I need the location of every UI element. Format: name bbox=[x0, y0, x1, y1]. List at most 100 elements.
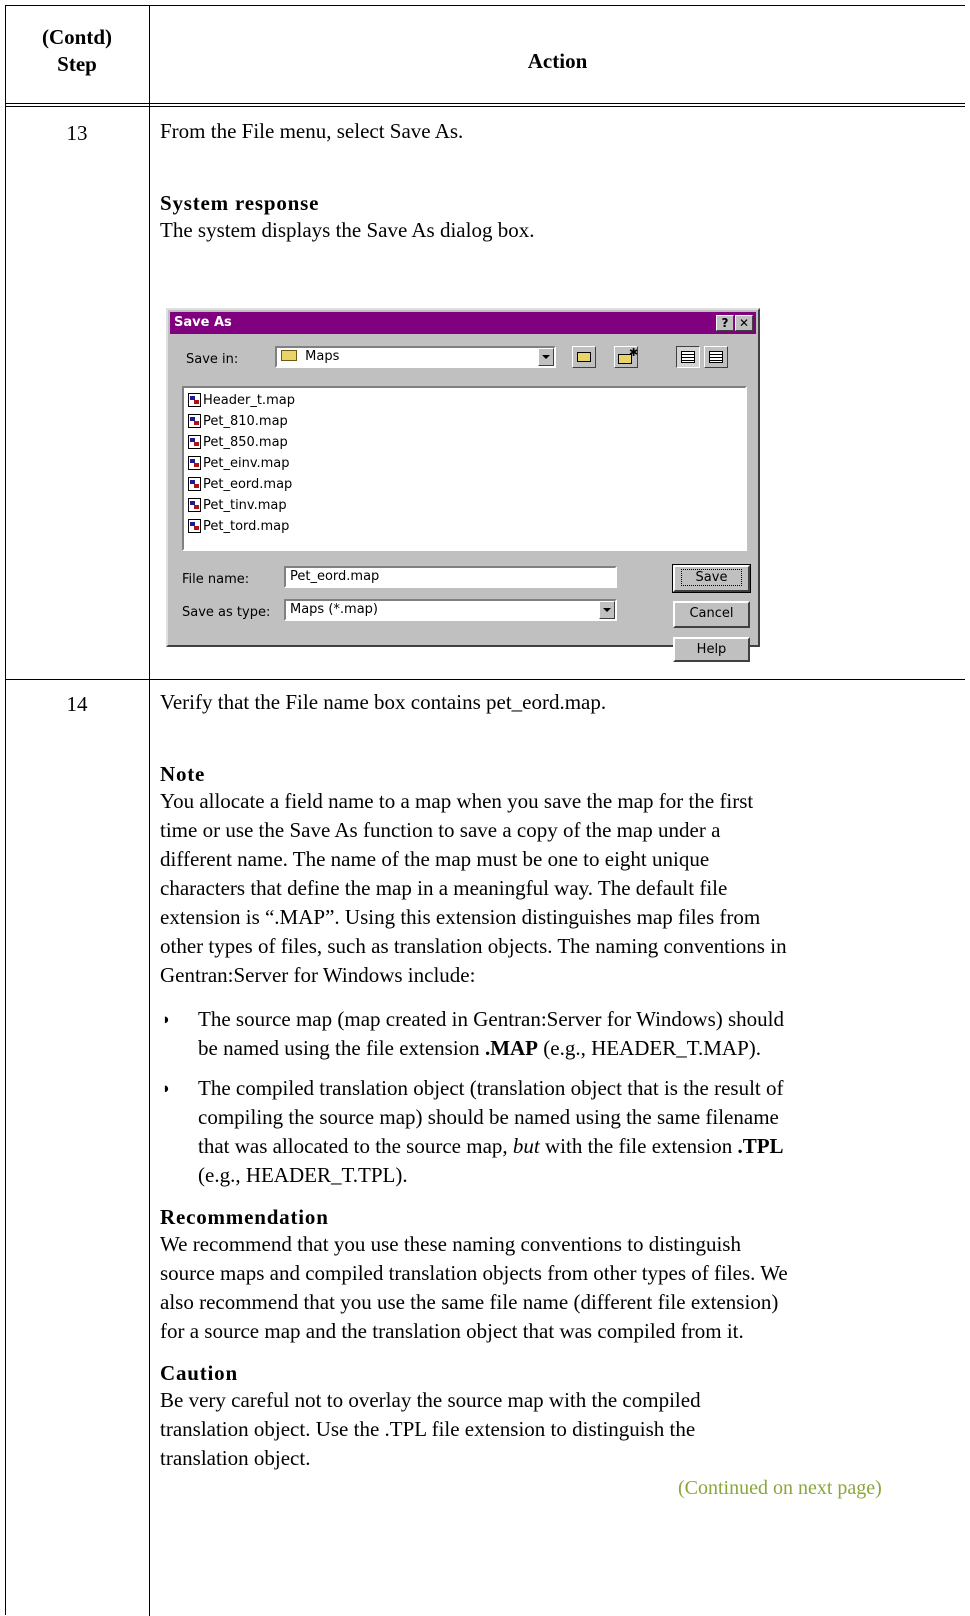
save-in-label: Save in: bbox=[186, 352, 239, 367]
note-line: characters that define the map in a mean… bbox=[160, 876, 728, 900]
note-line: Gentran:Server for Windows include: bbox=[160, 963, 476, 987]
details-view-icon bbox=[709, 351, 723, 363]
note-line: different name. The name of the map must… bbox=[160, 847, 710, 871]
header-step-line1: (Contd) bbox=[41, 25, 112, 49]
save-button[interactable]: Save bbox=[672, 564, 751, 593]
bold-text: .MAP bbox=[484, 1036, 539, 1060]
new-folder-button[interactable]: ✱ bbox=[614, 346, 638, 368]
bullet-item: The source map (map created in Gentran:S… bbox=[198, 1005, 963, 1063]
dialog-title-bar: Save As ? ✕ bbox=[170, 312, 756, 334]
list-item[interactable]: Pet_eord.map bbox=[188, 475, 292, 495]
save-as-dialog: Save As ? ✕ Save in: Maps ✱ Header_t.map… bbox=[166, 308, 760, 662]
note-heading: Note bbox=[160, 762, 206, 786]
bullet-item: The compiled translation object (transla… bbox=[198, 1074, 963, 1190]
help-button[interactable]: Help bbox=[673, 637, 750, 662]
map-file-icon bbox=[188, 519, 201, 533]
list-item[interactable]: Pet_tinv.map bbox=[188, 496, 287, 516]
caution-line: Be very careful not to overlay the sourc… bbox=[160, 1388, 701, 1412]
file-name: Pet_tinv.map bbox=[203, 498, 287, 513]
cancel-button[interactable]: Cancel bbox=[673, 601, 750, 628]
recommendation-line: We recommend that you use these naming c… bbox=[160, 1232, 741, 1256]
caution-heading: Caution bbox=[160, 1361, 238, 1385]
bullet-line: that was allocated to the source map, bu… bbox=[198, 1132, 963, 1161]
list-view-icon bbox=[681, 351, 695, 363]
note-text: You allocate a field name to a map when … bbox=[160, 787, 960, 990]
bullet-line: be named using the file extension .MAP (… bbox=[198, 1034, 963, 1063]
caution-line: translation object. bbox=[160, 1446, 311, 1470]
map-file-icon bbox=[188, 393, 201, 407]
file-name: Pet_eord.map bbox=[203, 477, 293, 492]
text-run: with the file extension bbox=[539, 1134, 738, 1158]
list-view-button[interactable] bbox=[676, 346, 700, 368]
step-number: 13 bbox=[66, 121, 88, 145]
sparkle-icon: ✱ bbox=[629, 346, 639, 359]
file-name-label: File name: bbox=[182, 572, 250, 587]
header-step: (Contd) Step bbox=[5, 24, 149, 78]
bullet-line: The source map (map created in Gentran:S… bbox=[198, 1007, 784, 1031]
save-in-dropdown[interactable]: Maps bbox=[275, 346, 556, 368]
bullet-line: (e.g., HEADER_T.TPL). bbox=[198, 1163, 408, 1187]
recommendation-line: for a source map and the translation obj… bbox=[160, 1319, 744, 1343]
header-action: Action bbox=[527, 49, 588, 73]
recommendation-line: also recommend that you use the same fil… bbox=[160, 1290, 779, 1314]
text-run: (e.g., HEADER_T.MAP). bbox=[538, 1036, 762, 1060]
bullet-icon: ◗ bbox=[162, 1081, 172, 1097]
step-instruction: Verify that the File name box contains p… bbox=[160, 690, 607, 714]
map-file-icon bbox=[188, 435, 201, 449]
folder-icon bbox=[281, 350, 297, 361]
map-file-icon bbox=[188, 498, 201, 512]
list-item[interactable]: Pet_tord.map bbox=[188, 517, 289, 537]
step-number: 14 bbox=[66, 692, 88, 716]
save-as-type-dropdown[interactable]: Maps (*.map) bbox=[284, 599, 617, 621]
file-name: Pet_810.map bbox=[203, 414, 288, 429]
bold-text: .TPL bbox=[737, 1134, 784, 1158]
caution-text: Be very careful not to overlay the sourc… bbox=[160, 1386, 960, 1473]
dialog-title: Save As bbox=[174, 315, 232, 330]
close-icon[interactable]: ✕ bbox=[735, 315, 753, 331]
bullet-icon: ◗ bbox=[162, 1012, 172, 1028]
system-response-text: The system displays the Save As dialog b… bbox=[160, 218, 535, 242]
up-folder-button[interactable] bbox=[572, 346, 596, 368]
map-file-icon bbox=[188, 477, 201, 491]
file-name: Header_t.map bbox=[203, 393, 295, 408]
italic-text: but bbox=[512, 1134, 540, 1158]
save-button-label: Save bbox=[680, 569, 743, 586]
file-name: Pet_einv.map bbox=[203, 456, 290, 471]
bullet-line: compiling the source map) should be name… bbox=[198, 1105, 779, 1129]
list-item[interactable]: Pet_810.map bbox=[188, 412, 288, 432]
save-in-value: Maps bbox=[305, 349, 340, 364]
help-icon[interactable]: ? bbox=[716, 315, 734, 331]
chevron-down-icon[interactable] bbox=[538, 348, 554, 366]
recommendation-heading: Recommendation bbox=[160, 1205, 329, 1229]
list-item[interactable]: Pet_einv.map bbox=[188, 454, 290, 474]
note-line: other types of files, such as translatio… bbox=[160, 934, 787, 958]
system-response-heading: System response bbox=[160, 191, 320, 215]
save-as-type-label: Save as type: bbox=[182, 605, 271, 620]
chevron-down-icon[interactable] bbox=[599, 601, 615, 619]
note-line: extension is “.MAP”. Using this extensio… bbox=[160, 905, 761, 929]
recommendation-line: source maps and compiled translation obj… bbox=[160, 1261, 788, 1285]
list-item[interactable]: Header_t.map bbox=[188, 391, 295, 411]
column-divider bbox=[149, 5, 150, 1616]
caution-line: translation object. Use the .TPL file ex… bbox=[160, 1417, 696, 1441]
save-as-type-value: Maps (*.map) bbox=[290, 602, 378, 617]
details-view-button[interactable] bbox=[704, 346, 728, 368]
file-list[interactable]: Header_t.map Pet_810.map Pet_850.map Pet… bbox=[182, 386, 747, 551]
recommendation-text: We recommend that you use these naming c… bbox=[160, 1230, 960, 1346]
note-line: time or use the Save As function to save… bbox=[160, 818, 721, 842]
file-name-value: Pet_eord.map bbox=[290, 569, 380, 584]
map-file-icon bbox=[188, 456, 201, 470]
file-name-field[interactable]: Pet_eord.map bbox=[284, 566, 617, 588]
text-run: be named using the file extension bbox=[198, 1036, 485, 1060]
map-file-icon bbox=[188, 414, 201, 428]
list-item[interactable]: Pet_850.map bbox=[188, 433, 288, 453]
step-instruction: From the File menu, select Save As. bbox=[160, 119, 464, 143]
text-run: that was allocated to the source map, bbox=[198, 1134, 513, 1158]
continued-note: (Continued on next page) bbox=[678, 1477, 882, 1499]
file-name: Pet_tord.map bbox=[203, 519, 290, 534]
bullet-line: The compiled translation object (transla… bbox=[198, 1076, 784, 1100]
up-folder-icon bbox=[577, 352, 591, 362]
file-name: Pet_850.map bbox=[203, 435, 288, 450]
note-line: You allocate a field name to a map when … bbox=[160, 789, 754, 813]
header-step-line2: Step bbox=[57, 52, 97, 76]
